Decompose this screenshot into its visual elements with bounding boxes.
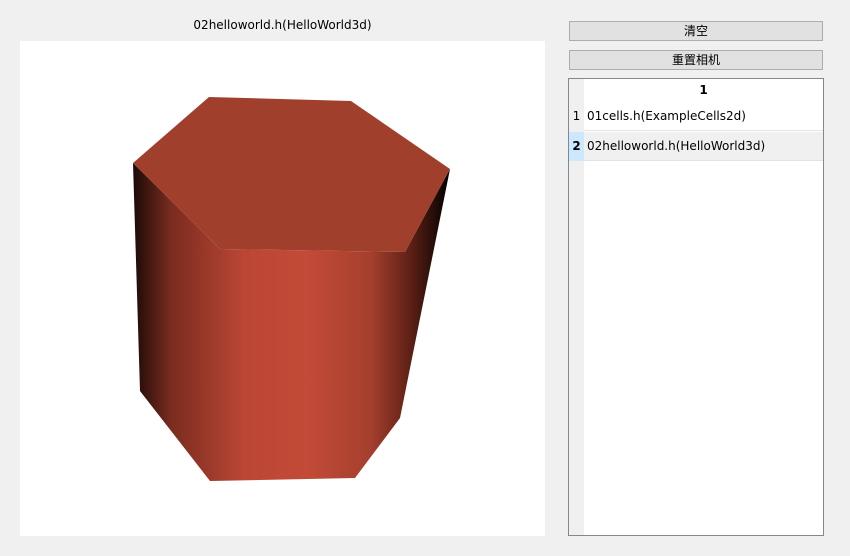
table-cell[interactable]: 02helloworld.h(HelloWorld3d): [584, 132, 823, 161]
hexagonal-prism[interactable]: [20, 41, 545, 536]
table-cell[interactable]: 01cells.h(ExampleCells2d): [584, 102, 823, 131]
row-number[interactable]: 1: [569, 102, 584, 131]
table-row-selected[interactable]: 2 02helloworld.h(HelloWorld3d): [569, 132, 823, 161]
examples-table[interactable]: 1 1 01cells.h(ExampleCells2d) 2 02hellow…: [568, 78, 824, 536]
render-viewport[interactable]: [20, 41, 545, 536]
table-row[interactable]: 1 01cells.h(ExampleCells2d): [569, 102, 823, 131]
row-number[interactable]: 2: [569, 132, 584, 161]
viewport-title: 02helloworld.h(HelloWorld3d): [193, 18, 372, 32]
reset-camera-button[interactable]: 重置相机: [569, 50, 823, 70]
column-header[interactable]: 1: [584, 79, 823, 101]
clear-button[interactable]: 清空: [569, 21, 823, 41]
